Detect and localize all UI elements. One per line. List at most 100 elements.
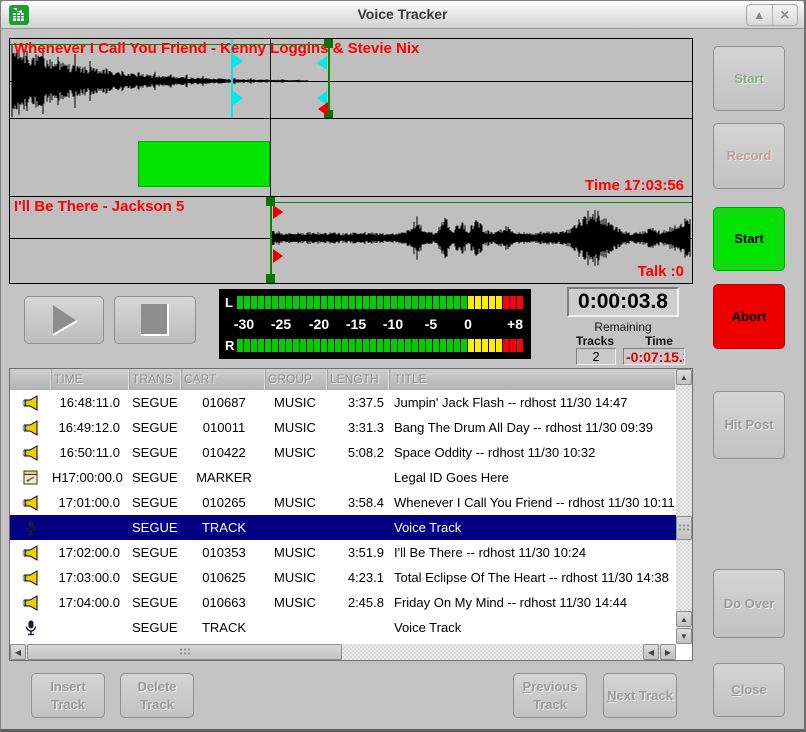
meter-segment bbox=[265, 339, 271, 352]
cell-group: MUSIC bbox=[266, 595, 328, 610]
vertical-scrollbar[interactable]: ▲ ▲ ▼ bbox=[676, 369, 692, 644]
track2-start-marker-top-icon[interactable] bbox=[273, 205, 283, 219]
previous-track-button[interactable]: Previous Track bbox=[513, 673, 587, 718]
next-track-button[interactable]: Next Track bbox=[603, 673, 677, 718]
horizontal-scrollbar[interactable]: ◀ ◀ ▶ bbox=[10, 644, 676, 660]
close-button[interactable]: Close bbox=[713, 663, 785, 717]
voice-track-block[interactable] bbox=[138, 141, 270, 187]
start-track1-button[interactable]: Start bbox=[713, 46, 785, 111]
track2-gain-line[interactable] bbox=[270, 202, 692, 203]
shade-button[interactable]: ▲ bbox=[747, 5, 773, 25]
scroll-left-button-2[interactable]: ◀ bbox=[643, 644, 659, 660]
meter-segment bbox=[433, 296, 439, 309]
meter-segment bbox=[510, 339, 516, 352]
log-table-header: TIME TRANS CART GROUP LENGTH TITLE bbox=[10, 369, 676, 390]
track2-start-marker-bottom-icon[interactable] bbox=[273, 249, 283, 263]
meter-scale-label: -25 bbox=[271, 316, 291, 332]
cell-cart: 010687 bbox=[182, 395, 266, 410]
track2-start-line[interactable] bbox=[270, 197, 272, 283]
meter-segment bbox=[482, 339, 488, 352]
insert-track-button[interactable]: Insert Track bbox=[31, 673, 105, 718]
cell-cart: MARKER bbox=[182, 470, 266, 485]
voicetrack-region[interactable]: Time 17:03:56 bbox=[10, 119, 692, 197]
col-header-icon[interactable] bbox=[10, 369, 52, 390]
table-row[interactable]: SEGUETRACKVoice Track bbox=[10, 615, 676, 640]
thumb-grip bbox=[179, 648, 191, 657]
table-row[interactable]: 16:48:11.0SEGUE010687MUSIC3:37.5Jumpin' … bbox=[10, 390, 676, 415]
meter-segment bbox=[454, 296, 460, 309]
horizontal-scroll-thumb[interactable] bbox=[27, 644, 342, 660]
table-row[interactable]: 17:02:00.0SEGUE010353MUSIC3:51.9I'll Be … bbox=[10, 540, 676, 565]
titlebar[interactable]: Voice Tracker ▲ ✕ bbox=[1, 1, 804, 29]
table-row[interactable]: SEGUETRACKVoice Track bbox=[10, 515, 676, 540]
meter-segment bbox=[258, 296, 264, 309]
meter-segment bbox=[237, 339, 243, 352]
meter-segment bbox=[272, 296, 278, 309]
play-button[interactable] bbox=[24, 296, 104, 344]
meter-segment bbox=[398, 339, 404, 352]
stop-button[interactable] bbox=[114, 296, 196, 344]
meter-segment bbox=[398, 296, 404, 309]
cell-title: Voice Track bbox=[390, 520, 676, 535]
do-over-button[interactable]: Do Over bbox=[713, 569, 785, 638]
table-row[interactable]: 16:50:11.0SEGUE010422MUSIC5:08.2Space Od… bbox=[10, 440, 676, 465]
meter-segment bbox=[496, 296, 502, 309]
meter-segment bbox=[307, 339, 313, 352]
track2-waveform-region[interactable]: I'll Be There - Jackson 5 Talk :0 bbox=[10, 197, 692, 283]
meter-scale-label: 0 bbox=[464, 316, 472, 332]
cell-title: Jumpin' Jack Flash -- rdhost 11/30 14:47 bbox=[390, 395, 676, 410]
meter-scale-label: -5 bbox=[425, 316, 437, 332]
record-button[interactable]: Record bbox=[713, 123, 785, 189]
meter-segment bbox=[314, 296, 320, 309]
scroll-right-button[interactable]: ▶ bbox=[660, 644, 676, 660]
table-row[interactable]: 16:49:12.0SEGUE010011MUSIC3:31.3Bang The… bbox=[10, 415, 676, 440]
meter-segment bbox=[412, 339, 418, 352]
table-row[interactable]: 17:01:00.0SEGUE010265MUSIC3:58.4Whenever… bbox=[10, 490, 676, 515]
cell-trans: SEGUE bbox=[130, 495, 182, 510]
vertical-scroll-thumb[interactable] bbox=[676, 516, 692, 540]
cell-cart: 010663 bbox=[182, 595, 266, 610]
delete-track-button[interactable]: Delete Track bbox=[120, 673, 194, 718]
scroll-up-button-2[interactable]: ▲ bbox=[676, 611, 692, 627]
table-row[interactable]: H17:00:00.0SEGUEMARKERLegal ID Goes Here bbox=[10, 465, 676, 490]
log-table-body: 16:48:11.0SEGUE010687MUSIC3:37.5Jumpin' … bbox=[10, 390, 676, 644]
segue-end-marker-icon[interactable] bbox=[318, 102, 328, 116]
microphone-icon bbox=[10, 520, 52, 536]
cell-trans: SEGUE bbox=[130, 520, 182, 535]
track1-waveform-region[interactable]: Whenever I Call You Friend - Kenny Loggi… bbox=[10, 39, 692, 119]
meter-segment bbox=[258, 339, 264, 352]
meter-left-label: L bbox=[225, 295, 233, 310]
playhead-marker-bottom-icon[interactable] bbox=[233, 91, 243, 105]
col-header-title[interactable]: TITLE bbox=[390, 369, 676, 390]
cell-group: MUSIC bbox=[266, 420, 328, 435]
meter-segment bbox=[342, 296, 348, 309]
col-header-trans[interactable]: TRANS bbox=[130, 369, 182, 390]
close-window-button[interactable]: ✕ bbox=[773, 5, 798, 25]
scroll-up-button[interactable]: ▲ bbox=[676, 369, 692, 385]
col-header-length[interactable]: LENGTH bbox=[328, 369, 390, 390]
start-track2-button[interactable]: Start bbox=[713, 207, 785, 271]
col-header-group[interactable]: GROUP bbox=[266, 369, 328, 390]
marker-icon bbox=[10, 470, 52, 486]
hit-post-button[interactable]: Hit Post bbox=[713, 391, 785, 459]
abort-button[interactable]: Abort bbox=[713, 284, 785, 349]
meter-segment bbox=[454, 339, 460, 352]
table-row[interactable]: 17:04:00.0SEGUE010663MUSIC2:45.8Friday O… bbox=[10, 590, 676, 615]
speaker-icon bbox=[10, 545, 52, 561]
cell-time: 16:49:12.0 bbox=[52, 420, 130, 435]
scroll-left-button[interactable]: ◀ bbox=[10, 644, 26, 660]
meter-segment bbox=[461, 296, 467, 309]
table-row[interactable]: 17:03:00.0SEGUE010625MUSIC4:23.1Total Ec… bbox=[10, 565, 676, 590]
meter-segment bbox=[440, 339, 446, 352]
meter-segment bbox=[349, 339, 355, 352]
col-header-cart[interactable]: CART bbox=[182, 369, 266, 390]
cell-time: 17:02:00.0 bbox=[52, 545, 130, 560]
speaker-icon bbox=[10, 445, 52, 461]
col-header-time[interactable]: TIME bbox=[52, 369, 130, 390]
track2-start-handle-bottom[interactable] bbox=[266, 274, 275, 283]
scroll-down-button[interactable]: ▼ bbox=[676, 628, 692, 644]
remaining-label: Remaining bbox=[567, 320, 679, 334]
meter-segment bbox=[279, 296, 285, 309]
cell-cart: 010353 bbox=[182, 545, 266, 560]
fade-marker-top-icon[interactable] bbox=[317, 56, 327, 70]
